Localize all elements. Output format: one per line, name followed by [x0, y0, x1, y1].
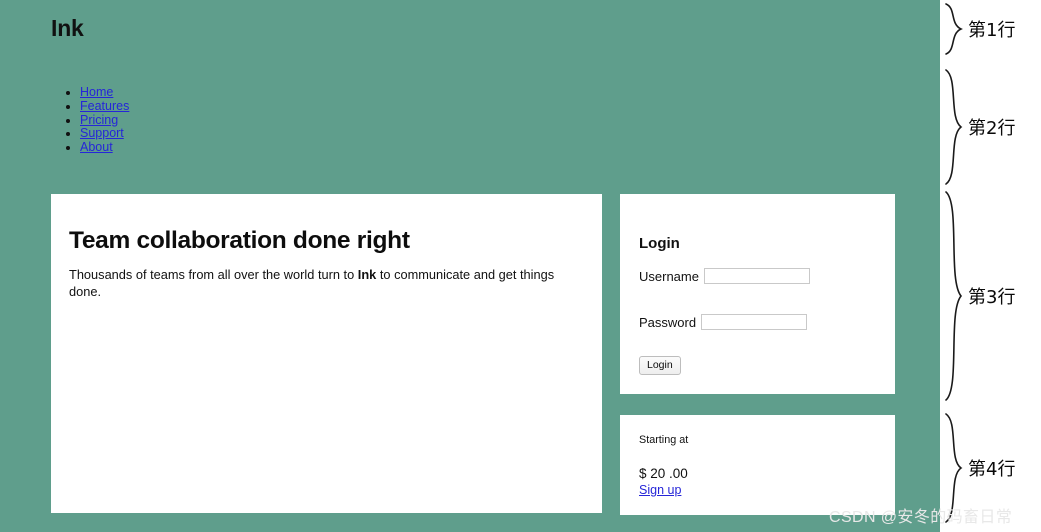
username-field-row: Username — [639, 268, 810, 284]
curly-brace-icon — [940, 190, 966, 402]
list-item: Pricing — [80, 113, 129, 128]
web-page-preview: Ink Home Features Pricing Support About … — [0, 0, 940, 532]
nav-link-about[interactable]: About — [80, 140, 113, 154]
annotation-row-1: 第1行 — [940, 2, 1015, 56]
nav-link-home[interactable]: Home — [80, 85, 113, 99]
sign-up-link[interactable]: Sign up — [639, 483, 681, 497]
password-input[interactable] — [701, 314, 808, 330]
nav-link-pricing[interactable]: Pricing — [80, 113, 118, 127]
annotation-row-3: 第3行 — [940, 190, 1015, 402]
hero-card: Team collaboration done right Thousands … — [51, 194, 602, 513]
list-item: Home — [80, 85, 129, 100]
list-item: About — [80, 140, 129, 155]
login-heading: Login — [639, 235, 680, 253]
hero-paragraph-brand: Ink — [357, 266, 377, 282]
nav-link-support[interactable]: Support — [80, 126, 124, 140]
list-item: Features — [80, 99, 129, 114]
annotation-label-2: 第2行 — [968, 118, 1016, 139]
annotation-row-2: 第2行 — [940, 68, 1015, 186]
brand-title: Ink — [51, 15, 84, 41]
annotation-label-1: 第1行 — [968, 20, 1016, 41]
brand-row: Ink — [51, 14, 84, 42]
pricing-amount: $ 20 .00 — [639, 466, 688, 481]
login-button[interactable]: Login — [639, 356, 681, 375]
pricing-card: Starting at $ 20 .00 Sign up — [620, 415, 895, 515]
curly-brace-icon — [940, 412, 966, 524]
hero-paragraph-before: Thousands of teams from all over the wor… — [69, 266, 358, 282]
curly-brace-icon — [940, 2, 966, 56]
annotation-gutter: 第1行 第2行 第3行 第4行 — [940, 0, 1041, 532]
annotation-row-4: 第4行 — [940, 412, 1015, 524]
page-title: Team collaboration done right — [69, 227, 410, 255]
nav-list: Home Features Pricing Support About — [51, 85, 129, 155]
list-item: Support — [80, 126, 129, 141]
hero-paragraph: Thousands of teams from all over the wor… — [69, 266, 589, 300]
curly-brace-icon — [940, 68, 966, 186]
password-field-row: Password — [639, 314, 808, 330]
pricing-label: Starting at — [639, 434, 689, 446]
primary-navigation: Home Features Pricing Support About — [51, 85, 129, 155]
password-label: Password — [639, 314, 697, 330]
annotation-label-3: 第3行 — [968, 287, 1016, 308]
annotation-label-4: 第4行 — [968, 459, 1016, 480]
nav-link-features[interactable]: Features — [80, 99, 129, 113]
username-input[interactable] — [703, 268, 810, 284]
username-label: Username — [639, 268, 699, 284]
login-card: Login Username Password Login — [620, 194, 895, 394]
